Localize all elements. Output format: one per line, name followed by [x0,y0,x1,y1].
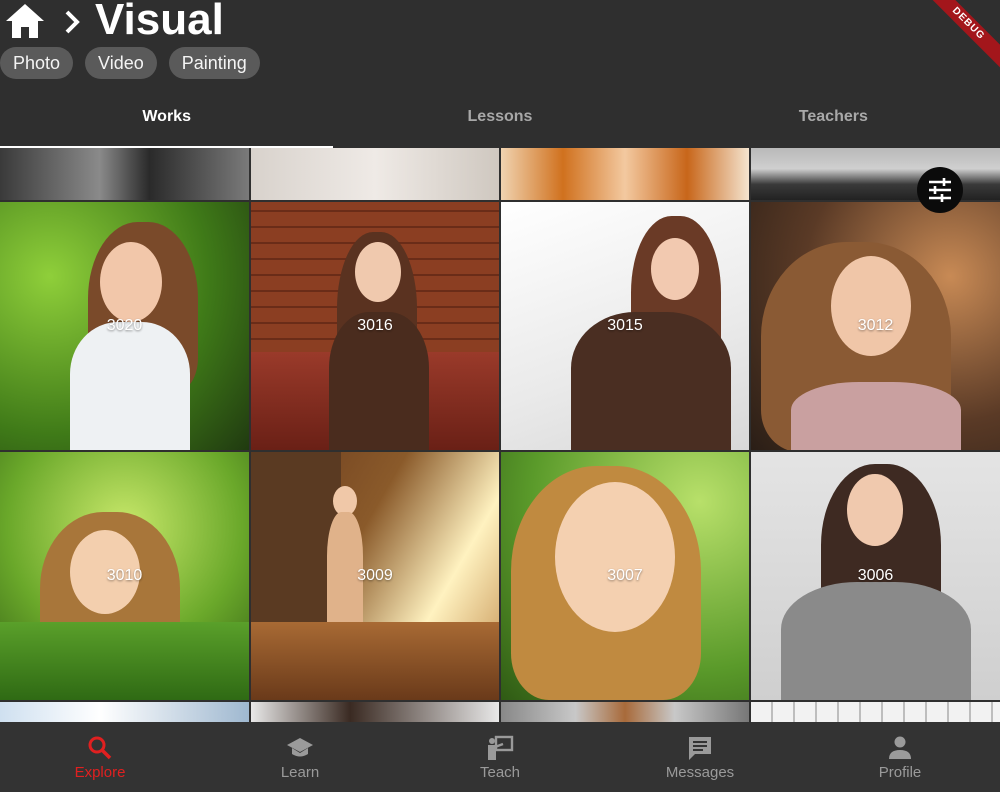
nav-messages[interactable]: Messages [600,722,800,792]
nav-profile[interactable]: Profile [800,722,1000,792]
gallery-tile[interactable]: 3012 [751,202,1000,450]
gallery-grid: 3020 3016 3015 3012 3010 3009 3007 3006 [0,148,1000,722]
chip-video[interactable]: Video [85,47,157,79]
nav-teach[interactable]: Teach [400,722,600,792]
tile-number: 3009 [357,567,393,584]
nav-label: Learn [280,764,320,781]
filter-button[interactable] [917,167,963,213]
tab-lessons[interactable]: Lessons [333,98,666,148]
gallery-tile[interactable]: 3010 [0,452,249,700]
gallery-tile[interactable] [751,702,1000,722]
tab-bar: Works Lessons Teachers [0,98,1000,148]
gallery-tile[interactable]: 3007 [501,452,749,700]
tile-number: 3020 [106,317,143,334]
nav-learn[interactable]: Learn [200,722,400,792]
gallery-tile[interactable] [501,702,749,722]
tile-number: 3006 [857,567,894,584]
gallery-tile[interactable]: 3015 [501,202,749,450]
teacher-icon [488,735,514,760]
gallery-tile[interactable] [501,148,749,200]
gallery-tile[interactable]: 3020 [0,202,249,450]
school-icon [287,738,313,757]
gallery-tile[interactable] [0,148,249,200]
nav-label: Profile [878,764,922,781]
tile-number: 3015 [607,317,643,334]
home-icon[interactable] [4,2,46,40]
nav-label: Explore [74,764,126,781]
tile-number: 3010 [106,567,143,584]
tile-number: 3012 [857,317,894,334]
nav-explore[interactable]: Explore [0,722,200,792]
category-chips: Photo Video Painting [0,47,260,79]
gallery-tile[interactable] [251,702,499,722]
chip-painting[interactable]: Painting [168,47,260,79]
tab-teachers[interactable]: Teachers [667,98,1000,148]
search-icon [88,736,112,760]
debug-banner: DEBUG [919,0,1000,73]
chevron-right-icon [65,10,80,34]
page-title: Visual [95,0,224,44]
tile-number: 3016 [357,317,393,334]
tab-works[interactable]: Works [0,98,334,148]
gallery-tile[interactable] [251,148,499,200]
app-header: Visual Photo Video Painting DEBUG Works … [0,0,1000,148]
chip-photo[interactable]: Photo [0,47,74,79]
gallery-tile[interactable]: 3016 [251,202,499,450]
person-icon [889,736,911,759]
bottom-navigation: Explore Learn Teach Messages Profile [0,722,1000,792]
gallery-tile[interactable]: 3009 [251,452,499,700]
nav-label: Messages [665,764,735,781]
nav-label: Teach [479,764,521,781]
tile-number: 3007 [607,567,643,584]
chat-icon [689,737,711,760]
gallery-tile[interactable]: 3006 [751,452,1000,700]
gallery-tile[interactable] [0,702,249,722]
tune-icon [929,178,951,202]
